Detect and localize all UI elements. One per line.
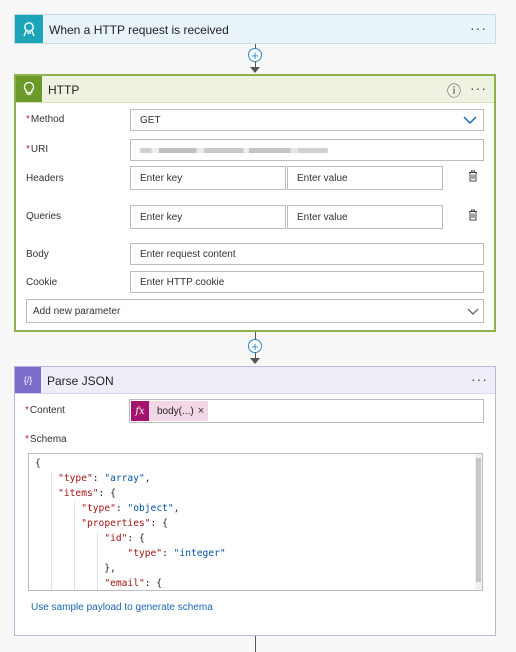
code-line: "id": { [104,533,145,544]
uri-label-text: URI [30,144,49,155]
indent-guide [51,472,52,590]
parse-json-title: Parse JSON [47,374,114,388]
flow-arrow [250,67,260,73]
http-menu-button[interactable]: ··· [470,80,487,96]
trigger-title: When a HTTP request is received [49,23,229,37]
chevron-down-icon [463,116,477,125]
query-value-placeholder: Enter value [297,211,348,223]
code-line: "email": { [104,578,163,589]
code-line: }, [35,563,116,574]
content-label-text: Content [29,405,65,416]
indent-guide [97,532,98,590]
content-label: *Content [25,405,65,416]
braces-icon: {/} [15,367,41,393]
method-label-text: Method [30,114,65,125]
header-value-placeholder: Enter value [297,172,348,184]
cookie-label: Cookie [26,277,58,288]
query-key-placeholder: Enter key [140,211,183,223]
http-action-card: HTTP ⓘ ··· *Method GET *URI Headers Ente… [14,74,496,332]
parse-json-header[interactable]: {/} Parse JSON ··· [15,367,495,394]
code-line: "properties": { [81,518,168,529]
chevron-down-icon [467,308,479,315]
info-icon[interactable]: ⓘ [447,81,462,101]
query-key-input[interactable]: Enter key [130,205,286,229]
method-value: GET [140,114,161,126]
trigger-menu-button[interactable]: ··· [470,20,487,36]
code-line: "type": "array", [58,473,151,484]
request-trigger-icon [15,15,43,43]
cookie-input[interactable]: Enter HTTP cookie [130,271,484,293]
code-line: { [35,458,41,469]
uri-blurred-value [140,147,328,153]
http-card-header[interactable]: HTTP ⓘ ··· [16,76,494,103]
method-label: *Method [26,114,65,125]
header-value-input[interactable]: Enter value [287,166,443,190]
header-key-input[interactable]: Enter key [130,166,286,190]
flow-arrow [250,358,260,364]
method-select[interactable]: GET [130,109,484,131]
headers-label: Headers [26,173,64,184]
add-parameter-label: Add new parameter [33,305,121,317]
code-line: "items": { [58,488,116,499]
http-lightbulb-icon [16,76,42,102]
add-parameter-dropdown[interactable]: Add new parameter [26,299,484,323]
remove-token-icon[interactable]: × [198,405,208,417]
indent-guide [74,502,75,590]
body-placeholder: Enter request content [140,248,236,260]
queries-label: Queries [26,211,62,222]
insert-step-icon[interactable]: + [248,48,262,62]
delete-query-icon[interactable] [468,209,478,221]
insert-step-icon[interactable]: + [248,339,262,353]
code-line: "type": "integer" [127,548,226,559]
parse-json-card: {/} Parse JSON ··· *Content fx body(...)… [14,366,496,636]
token-label: body(...) [157,405,194,417]
schema-label: *Schema [25,434,67,445]
cookie-placeholder: Enter HTTP cookie [140,276,225,288]
content-input[interactable]: fx body(...) × [129,399,484,423]
http-card-title: HTTP [48,83,80,97]
body-input[interactable]: Enter request content [130,243,484,265]
flow-connector [255,636,256,652]
delete-header-icon[interactable] [468,170,478,182]
schema-editor[interactable]: { "type": "array", "items": { "type": "o… [28,453,483,591]
scrollbar-thumb[interactable] [476,458,481,582]
sample-payload-link[interactable]: Use sample payload to generate schema [31,602,213,613]
parse-json-menu-button[interactable]: ··· [471,371,488,387]
body-label: Body [26,249,49,260]
header-key-placeholder: Enter key [140,172,183,184]
trigger-card[interactable]: When a HTTP request is received ··· [14,14,496,44]
uri-input[interactable] [130,139,484,161]
expression-token[interactable]: fx body(...) × [131,401,209,421]
code-line: "type": "object", [81,503,180,514]
function-icon: fx [131,401,149,421]
uri-label: *URI [26,144,49,155]
editor-scrollbar[interactable] [475,454,482,590]
query-value-input[interactable]: Enter value [287,205,443,229]
schema-label-text: Schema [29,434,67,445]
